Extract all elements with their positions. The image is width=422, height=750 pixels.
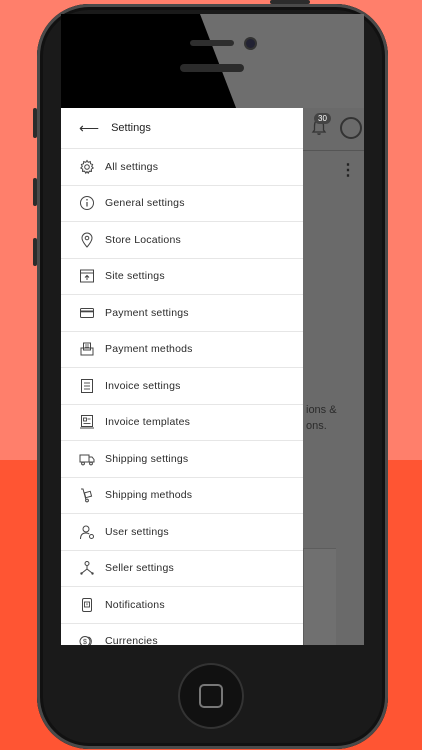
seller-network-icon: [78, 560, 95, 577]
menu-item-invoice-settings[interactable]: Invoice settings: [61, 367, 303, 404]
header-divider: [303, 150, 364, 151]
menu-item-invoice-templates[interactable]: Invoice templates: [61, 403, 303, 441]
menu-item-all-settings[interactable]: All settings: [61, 148, 303, 185]
invoice-list-icon: [78, 377, 95, 394]
background-card: [303, 548, 336, 645]
drawer-header: ⟵ Settings: [61, 108, 303, 148]
menu-item-label: Payment methods: [105, 343, 193, 356]
menu-item-payment-methods[interactable]: Payment methods: [61, 330, 303, 368]
back-arrow-icon[interactable]: ⟵: [79, 120, 99, 137]
profile-icon[interactable]: [340, 117, 362, 139]
menu-item-label: Store Locations: [105, 233, 181, 246]
menu-item-store-locations[interactable]: Store Locations: [61, 221, 303, 258]
invoice-template-icon: [78, 414, 95, 431]
menu-item-label: Seller settings: [105, 562, 174, 575]
truck-icon: [78, 450, 95, 467]
hand-truck-icon: [78, 487, 95, 504]
coins-icon: $: [78, 633, 95, 645]
menu-item-label: All settings: [105, 160, 159, 173]
more-options-icon[interactable]: ⋮: [340, 160, 356, 180]
speaker-grille: [190, 40, 234, 46]
power-button: [270, 0, 310, 4]
notification-phone-icon: [78, 596, 95, 613]
volume-down-button: [33, 238, 37, 266]
notification-badge: 30: [314, 113, 331, 124]
svg-text:$: $: [83, 639, 87, 645]
drawer-title: Settings: [111, 122, 151, 134]
earpiece: [180, 64, 244, 72]
mute-switch: [33, 108, 37, 138]
user-gear-icon: [78, 523, 95, 540]
menu-item-label: Invoice settings: [105, 379, 181, 392]
location-pin-icon: [78, 231, 95, 248]
menu-item-site-settings[interactable]: Site settings: [61, 257, 303, 295]
home-button-square-icon: [199, 684, 223, 708]
menu-item-label: Site settings: [105, 270, 165, 283]
menu-item-shipping-methods[interactable]: Shipping methods: [61, 476, 303, 514]
settings-drawer: ⟵ Settings All settings General settings…: [61, 108, 303, 645]
menu-item-label: Notifications: [105, 598, 165, 611]
menu-item-label: General settings: [105, 197, 185, 210]
payment-terminal-icon: [78, 341, 95, 358]
menu-item-payment-settings[interactable]: Payment settings: [61, 294, 303, 331]
menu-item-notifications[interactable]: Notifications: [61, 586, 303, 623]
menu-item-user-settings[interactable]: User settings: [61, 513, 303, 550]
background-text-line: ons.: [306, 420, 327, 432]
volume-up-button: [33, 178, 37, 206]
menu-item-label: Shipping settings: [105, 452, 189, 465]
menu-item-label: Invoice templates: [105, 416, 191, 429]
background-text-line: ions &: [306, 404, 337, 416]
menu-item-label: Payment settings: [105, 306, 189, 319]
menu-item-seller-settings[interactable]: Seller settings: [61, 549, 303, 587]
menu-item-general-settings[interactable]: General settings: [61, 184, 303, 222]
info-icon: [78, 195, 95, 212]
menu-item-currencies[interactable]: $ Currencies: [61, 622, 303, 645]
menu-item-label: Currencies: [105, 635, 158, 645]
site-browser-icon: [78, 268, 95, 285]
credit-card-icon: [78, 304, 95, 321]
menu-item-label: Shipping methods: [105, 489, 193, 502]
menu-item-label: User settings: [105, 525, 169, 538]
gear-icon: [78, 158, 95, 175]
front-camera: [246, 39, 255, 48]
menu-item-shipping-settings[interactable]: Shipping settings: [61, 440, 303, 477]
